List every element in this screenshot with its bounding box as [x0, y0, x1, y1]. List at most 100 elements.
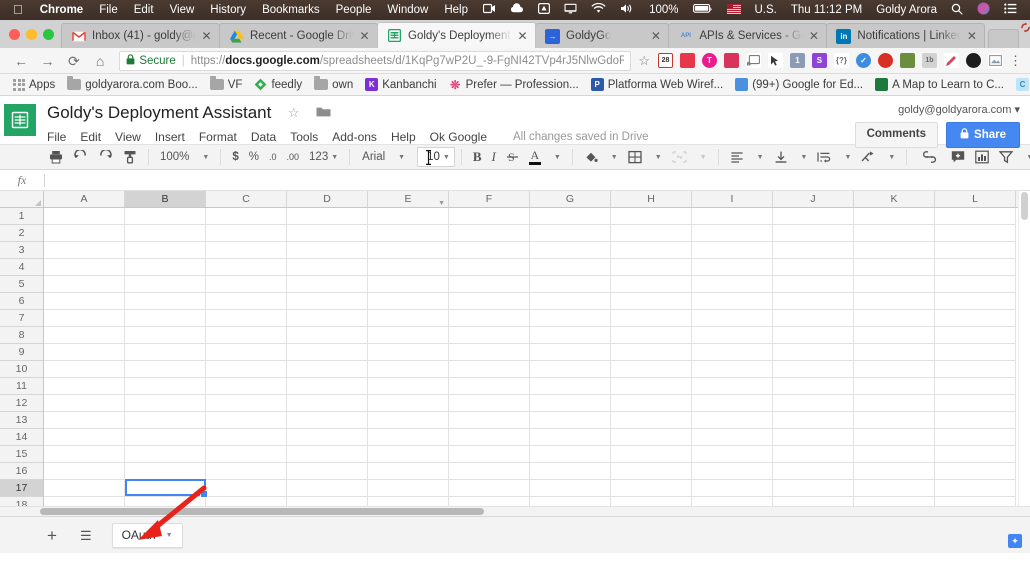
- chevron-down-icon[interactable]: ▾: [1014, 104, 1020, 116]
- sheets-menu-edit[interactable]: Edit: [80, 128, 108, 146]
- cell-A13[interactable]: [44, 412, 125, 429]
- cell-K13[interactable]: [854, 412, 935, 429]
- cell-G2[interactable]: [530, 225, 611, 242]
- cell-J9[interactable]: [773, 344, 854, 361]
- json-ext-icon[interactable]: {?}: [833, 53, 849, 68]
- insert-comment-icon[interactable]: [946, 147, 970, 167]
- back-button[interactable]: ←: [8, 54, 34, 68]
- column-header-b[interactable]: B: [125, 191, 206, 207]
- cell-K14[interactable]: [854, 429, 935, 446]
- cell-D12[interactable]: [287, 395, 368, 412]
- paint-format-icon[interactable]: [118, 147, 142, 167]
- cell-I12[interactable]: [692, 395, 773, 412]
- cell-C15[interactable]: [206, 446, 287, 463]
- cell-F14[interactable]: [449, 429, 530, 446]
- cell-K18[interactable]: [854, 497, 935, 506]
- cell-I4[interactable]: [692, 259, 773, 276]
- cell-I10[interactable]: [692, 361, 773, 378]
- cell-K12[interactable]: [854, 395, 935, 412]
- cell-B11[interactable]: [125, 378, 206, 395]
- cell-B16[interactable]: [125, 463, 206, 480]
- display-icon[interactable]: [557, 3, 584, 17]
- cell-C17[interactable]: [206, 480, 287, 497]
- cell-E10[interactable]: [368, 361, 449, 378]
- window-maximize-button[interactable]: [43, 29, 54, 40]
- grid-cells[interactable]: [44, 208, 1030, 506]
- cell-I6[interactable]: [692, 293, 773, 310]
- cell-C8[interactable]: [206, 327, 287, 344]
- eyedropper-ext-icon[interactable]: [723, 53, 739, 68]
- cell-A9[interactable]: [44, 344, 125, 361]
- cell-G14[interactable]: [530, 429, 611, 446]
- cell-L7[interactable]: [935, 310, 1016, 327]
- zoom-dropdown-caret[interactable]: ▼: [194, 147, 214, 167]
- browser-tab-goldygo[interactable]: → GoldyGo ✕: [535, 23, 670, 48]
- vertical-scroll-thumb[interactable]: [1021, 192, 1028, 220]
- cell-E16[interactable]: [368, 463, 449, 480]
- cell-H11[interactable]: [611, 378, 692, 395]
- cell-J11[interactable]: [773, 378, 854, 395]
- cell-F11[interactable]: [449, 378, 530, 395]
- bookmark-feedly[interactable]: feedly: [248, 78, 308, 91]
- cell-F12[interactable]: [449, 395, 530, 412]
- cast-icon[interactable]: [745, 53, 761, 68]
- borders-caret[interactable]: ▼: [647, 147, 667, 167]
- cell-H4[interactable]: [611, 259, 692, 276]
- column-header-j[interactable]: J: [773, 191, 854, 207]
- cell-L17[interactable]: [935, 480, 1016, 497]
- filter-caret[interactable]: ▼: [1018, 147, 1030, 167]
- cell-F9[interactable]: [449, 344, 530, 361]
- text-rotation-caret[interactable]: ▼: [880, 147, 900, 167]
- increase-decimal-button[interactable]: .00: [282, 147, 305, 167]
- cell-B2[interactable]: [125, 225, 206, 242]
- cell-A1[interactable]: [44, 208, 125, 225]
- column-header-l[interactable]: L: [935, 191, 1016, 207]
- cell-F4[interactable]: [449, 259, 530, 276]
- cell-J13[interactable]: [773, 412, 854, 429]
- cell-G6[interactable]: [530, 293, 611, 310]
- star-outline-icon[interactable]: ☆: [288, 105, 300, 121]
- cell-H9[interactable]: [611, 344, 692, 361]
- cell-D5[interactable]: [287, 276, 368, 293]
- share-button[interactable]: Share: [946, 122, 1020, 148]
- cell-I14[interactable]: [692, 429, 773, 446]
- cell-K10[interactable]: [854, 361, 935, 378]
- cell-K1[interactable]: [854, 208, 935, 225]
- chrome-profile-chip[interactable]: Goldy Arora: [1019, 17, 1030, 48]
- cell-B5[interactable]: [125, 276, 206, 293]
- cloud-icon[interactable]: [503, 3, 531, 17]
- cell-L8[interactable]: [935, 327, 1016, 344]
- cell-B8[interactable]: [125, 327, 206, 344]
- cell-I13[interactable]: [692, 412, 773, 429]
- horizontal-align-caret[interactable]: ▼: [749, 147, 769, 167]
- column-header-h[interactable]: H: [611, 191, 692, 207]
- redo-icon[interactable]: [93, 147, 118, 167]
- cell-C16[interactable]: [206, 463, 287, 480]
- cell-H8[interactable]: [611, 327, 692, 344]
- cell-D18[interactable]: [287, 497, 368, 506]
- font-family-selector[interactable]: Arial: [356, 147, 390, 167]
- cell-H2[interactable]: [611, 225, 692, 242]
- sheet-tab-oauth[interactable]: OAuth ▼: [111, 522, 183, 548]
- account-email-label[interactable]: goldy@goldyarora.com ▾: [855, 96, 1020, 116]
- text-wrapping-caret[interactable]: ▼: [836, 147, 856, 167]
- cell-A17[interactable]: [44, 480, 125, 497]
- row-header-4[interactable]: 4: [0, 259, 43, 276]
- menubar-item-people[interactable]: People: [328, 4, 380, 16]
- cell-B14[interactable]: [125, 429, 206, 446]
- input-source-label[interactable]: U.S.: [748, 4, 784, 16]
- cell-G9[interactable]: [530, 344, 611, 361]
- vertical-align-caret[interactable]: ▼: [793, 147, 813, 167]
- cell-A5[interactable]: [44, 276, 125, 293]
- cell-A8[interactable]: [44, 327, 125, 344]
- cell-C14[interactable]: [206, 429, 287, 446]
- cell-H14[interactable]: [611, 429, 692, 446]
- percent-format-button[interactable]: %: [244, 147, 264, 167]
- close-icon[interactable]: ✕: [516, 30, 529, 42]
- cell-E5[interactable]: [368, 276, 449, 293]
- decrease-decimal-button[interactable]: .0: [264, 147, 282, 167]
- cell-D7[interactable]: [287, 310, 368, 327]
- cell-K16[interactable]: [854, 463, 935, 480]
- cell-A4[interactable]: [44, 259, 125, 276]
- browser-tab-linkedin[interactable]: in Notifications | Linked ✕: [826, 23, 986, 48]
